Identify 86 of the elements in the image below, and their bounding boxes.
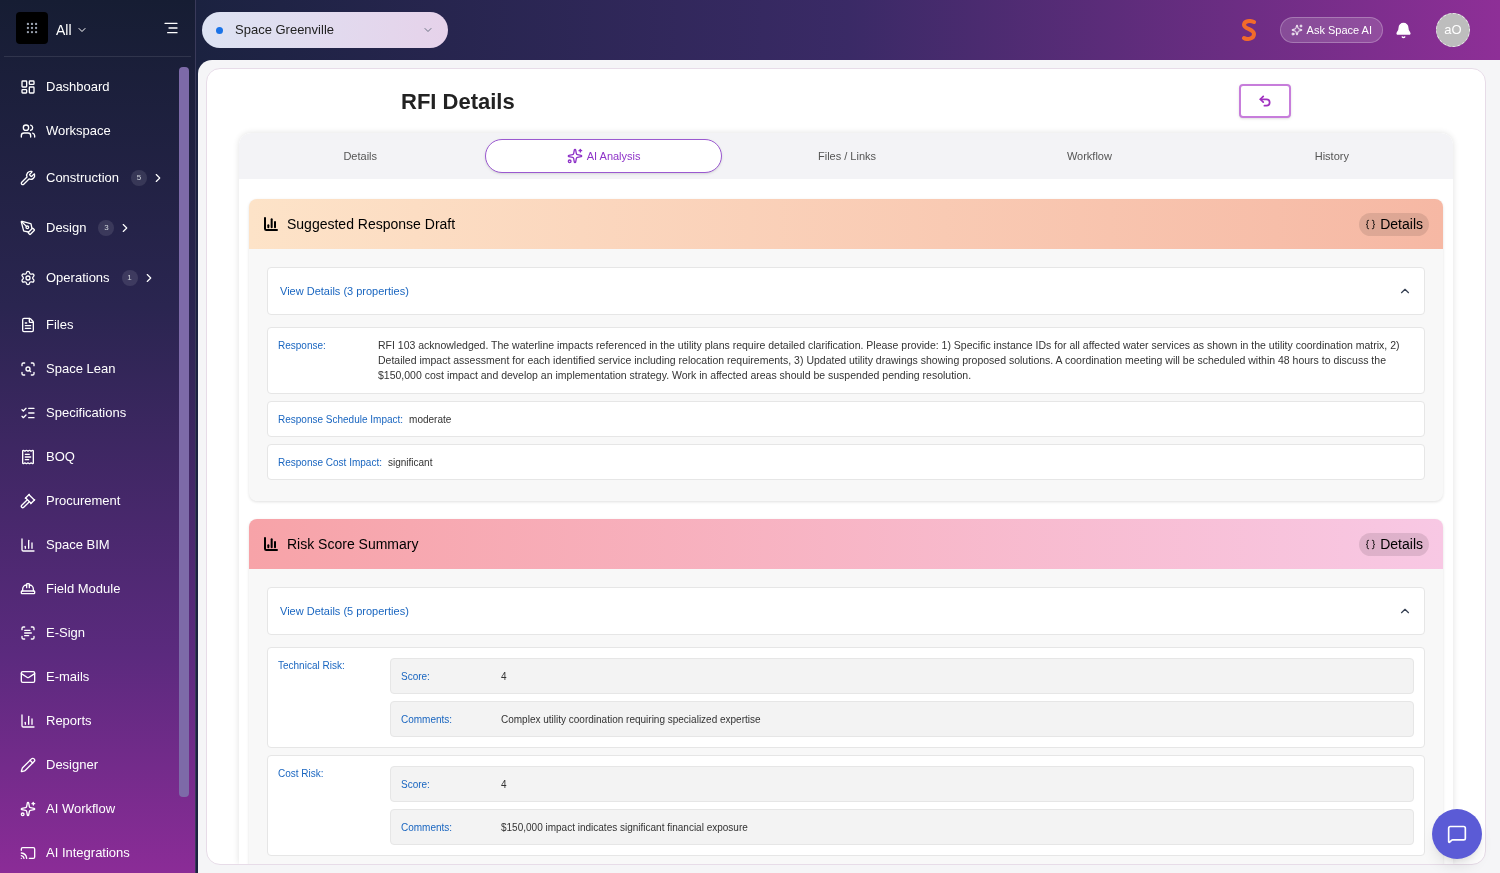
sidebar-item[interactable]: E-mails [20, 655, 179, 699]
scan-icon [20, 361, 36, 377]
chart-icon [263, 536, 279, 552]
gavel-icon [20, 493, 36, 509]
tools-icon [20, 170, 36, 186]
checklist-icon [20, 405, 36, 421]
property-label: Comments: [401, 820, 454, 835]
back-button[interactable] [1238, 84, 1291, 118]
tab[interactable]: AI Analysis [485, 139, 722, 173]
count-badge: 1 [121, 270, 138, 286]
sidebar-item[interactable]: Operations 1 [20, 253, 179, 303]
accordion-title: View Details (3 properties) [280, 283, 409, 299]
document-scan-icon [20, 625, 36, 641]
chart-icon [263, 216, 279, 232]
workspace-dropdown[interactable]: All [56, 19, 88, 41]
back-arrow-icon [1257, 94, 1272, 108]
property-label: Response Cost Impact: [278, 455, 382, 470]
property-label: Response: [278, 339, 327, 353]
sidebar-item[interactable]: Reports [20, 699, 179, 743]
property-value: moderate [409, 412, 452, 427]
pencil-icon [20, 757, 36, 773]
sparkles-icon [1290, 24, 1303, 36]
details-button[interactable]: Details [1359, 212, 1429, 236]
sidebar-item[interactable]: Files [20, 303, 179, 347]
property-label: Response Schedule Impact: [278, 412, 404, 427]
details-button[interactable]: Details [1359, 532, 1429, 556]
pen-icon [20, 220, 36, 236]
property-label: Cost Risk: [278, 767, 325, 781]
property-value: Complex utility coordination requiring specialized expertise [501, 712, 761, 727]
hard-hat-icon [20, 581, 36, 597]
sidebar-item[interactable]: Designer [20, 743, 179, 787]
people-icon [20, 123, 36, 139]
property-value: 4 [501, 777, 507, 792]
sidebar-item[interactable]: AI Workflow [20, 787, 179, 831]
property-label: Score: [401, 777, 431, 792]
sidebar-item[interactable]: Dashboard [20, 65, 179, 109]
braces-icon [1365, 218, 1377, 230]
sidebar-item[interactable]: Field Module [20, 567, 179, 611]
property-value: RFI 103 acknowledged. The waterline impacts referenced in the utility plans require detailed clarification. Please provide: 1) Specific instance IDs for all affected water services as shown in the utility coordination matrix, 2) Detailed impact assessment for each identified service including relocation requirements, 3) Updated utility drawings showing proposed solutions. A coordination meeting will be scheduled within 48 hours to discuss the $150,000 cost impact and develop an implementation strategy. Work in affected areas should be suspended pending resolution. [378, 338, 1401, 383]
sidebar-item[interactable]: BOQ [20, 435, 179, 479]
sidebar-item[interactable]: Workspace [20, 109, 179, 153]
property-label: Score: [401, 669, 431, 684]
property-value: $150,000 impact indicates significant financial exposure [501, 820, 748, 835]
count-badge: 3 [98, 220, 115, 236]
property-value: significant [387, 455, 433, 470]
notification-bell-icon[interactable] [1395, 21, 1412, 39]
bar-chart-icon [20, 537, 36, 553]
sparkles-icon [566, 148, 583, 164]
braces-icon [1365, 538, 1377, 550]
sidebar-item[interactable]: Specifications [20, 391, 179, 435]
receipt-icon [20, 449, 36, 465]
sidebar-item[interactable]: AI Integrations [20, 831, 179, 873]
tab[interactable]: Files / Links [729, 139, 965, 173]
sidebar-item[interactable]: E-Sign [20, 611, 179, 655]
property-label: Technical Risk: [278, 659, 346, 673]
sidebar-item[interactable]: Design 3 [20, 203, 179, 253]
bar-chart-icon [20, 713, 36, 729]
dashboard-icon [20, 79, 36, 95]
sparkles-icon [20, 801, 36, 817]
section-title: Risk Score Summary [287, 534, 419, 554]
sidebar-item[interactable]: Space BIM [20, 523, 179, 567]
tab[interactable]: Workflow [972, 139, 1207, 173]
accordion-title: View Details (5 properties) [280, 603, 409, 619]
page-title: RFI Details [401, 87, 515, 116]
sidebar-item[interactable]: Construction 5 [20, 153, 179, 203]
accordion-header[interactable]: View Details (5 properties) [267, 587, 1425, 635]
tab[interactable]: Details [243, 139, 478, 173]
count-badge: 5 [131, 170, 147, 186]
chat-icon [1447, 824, 1467, 844]
app-grid-icon[interactable] [16, 12, 48, 44]
sidebar-item[interactable]: Procurement [20, 479, 179, 523]
project-select[interactable]: Space Greenville [202, 12, 448, 48]
file-icon [20, 317, 36, 333]
scrollbar[interactable] [179, 67, 189, 797]
tab[interactable]: History [1214, 139, 1450, 173]
property-label: Comments: [401, 712, 454, 727]
mail-icon [20, 669, 36, 685]
property-value: 4 [501, 669, 507, 684]
logo-icon [1239, 18, 1258, 42]
ask-ai-button[interactable]: Ask Space AI [1279, 17, 1383, 43]
cast-icon [20, 845, 36, 861]
sidebar-item[interactable]: Space Lean [20, 347, 179, 391]
accordion-header[interactable]: View Details (3 properties) [267, 267, 1425, 315]
section-title: Suggested Response Draft [287, 214, 456, 234]
collapse-menu-icon[interactable] [163, 20, 179, 36]
settings-icon [20, 270, 36, 286]
